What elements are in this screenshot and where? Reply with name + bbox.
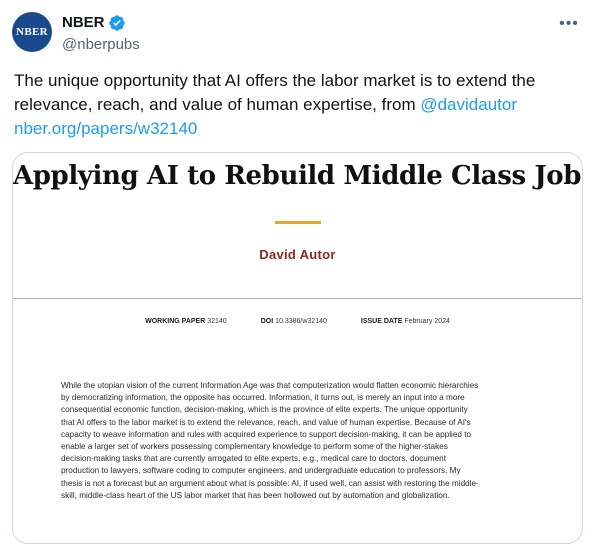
more-options-button[interactable]: ••• [557, 14, 581, 34]
display-name[interactable]: NBER [62, 13, 105, 33]
more-horizontal-icon: ••• [559, 15, 579, 32]
abstract-line: production to lawyers, software coding t… [61, 466, 461, 476]
paper-link[interactable]: nber.org/papers/w32140 [14, 119, 197, 138]
abstract-line: capacity to weave information and rules … [61, 429, 472, 439]
paper-abstract: While the utopian vision of the current … [61, 380, 535, 502]
author-name-row: NBER [62, 13, 126, 33]
avatar-text: NBER [16, 26, 48, 38]
mention-link[interactable]: @davidautor [420, 95, 517, 114]
divider [13, 298, 582, 299]
abstract-line: by democratizing information, the opposi… [61, 393, 465, 403]
working-paper: WORKING PAPER 32140 [145, 318, 227, 325]
link-preview-card[interactable]: Applying AI to Rebuild Middle Class Jobs… [12, 152, 583, 544]
abstract-line: that AI offers to the labor market is to… [61, 417, 471, 427]
handle[interactable]: @nberpubs [62, 35, 140, 55]
paper-title: Applying AI to Rebuild Middle Class Jobs [13, 161, 583, 191]
tweet-text: The unique opportunity that AI offers th… [14, 69, 584, 141]
paper-meta: WORKING PAPER 32140 DOI 10.3386/w32140 I… [13, 318, 582, 325]
abstract-line: thesis is not a forecast but an argument… [61, 478, 479, 488]
avatar[interactable]: NBER [12, 12, 52, 52]
abstract-line: skill, middle-class heart of the US labo… [61, 490, 450, 500]
verified-badge-icon[interactable] [108, 14, 126, 32]
abstract-line: consequential economic function, decisio… [61, 405, 468, 415]
accent-rule [275, 221, 321, 224]
abstract-line: enable a larger set of workers possessin… [61, 442, 448, 452]
doi: DOI 10.3386/w32140 [260, 318, 327, 325]
abstract-line: decision-making tasks that are currently… [61, 454, 447, 464]
abstract-line: While the utopian vision of the current … [61, 381, 479, 390]
paper-author: David Autor [259, 247, 336, 262]
issue-date: ISSUE DATE February 2024 [360, 318, 450, 325]
